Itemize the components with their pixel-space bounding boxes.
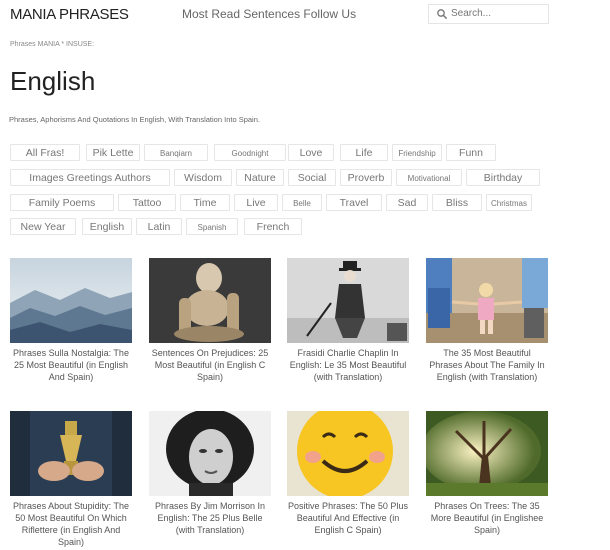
tag-funn[interactable]: Funn — [446, 144, 496, 161]
article-card[interactable]: Phrases Sulla Nostalgia: The 25 Most Bea… — [10, 258, 132, 383]
article-title[interactable]: Sentences On Prejudices: 25 Most Beautif… — [149, 347, 271, 383]
article-card[interactable]: Phrases On Trees: The 35 More Beautiful … — [426, 411, 548, 536]
article-title[interactable]: Phrases By Jim Morrison In English: The … — [149, 500, 271, 536]
tag-travel[interactable]: Travel — [326, 194, 382, 211]
tag-christmas[interactable]: Christmas — [486, 194, 532, 211]
jim-morrison-image[interactable] — [149, 411, 271, 496]
tag-life[interactable]: Life — [340, 144, 388, 161]
article-title[interactable]: Phrases On Trees: The 35 More Beautiful … — [426, 500, 548, 536]
tag-birthday[interactable]: Birthday — [466, 169, 540, 186]
breadcrumb[interactable]: Phrases MANIA * INSUSE: — [10, 41, 94, 48]
tag-proverb[interactable]: Proverb — [340, 169, 392, 186]
tag-social[interactable]: Social — [288, 169, 336, 186]
charlie-chaplin-image[interactable] — [287, 258, 409, 343]
trophy-hands-image[interactable] — [10, 411, 132, 496]
family-walking-image[interactable] — [426, 258, 548, 343]
article-card[interactable]: Frasidi Charlie Chaplin In English: Le 3… — [287, 258, 409, 383]
tag-french[interactable]: French — [244, 218, 302, 235]
tag-love[interactable]: Love — [288, 144, 334, 161]
site-header: MANIA PHRASES Most Read Sentences Follow… — [0, 0, 610, 30]
tag-all[interactable]: All Fras! — [10, 144, 80, 161]
tag-motivational[interactable]: Motivational — [396, 169, 462, 186]
page-subtitle: Phrases, Aphorisms And Quotations In Eng… — [9, 115, 260, 124]
tag-pik-lette[interactable]: Pik Lette — [86, 144, 140, 161]
tag-goodnight[interactable]: Goodnight — [214, 144, 286, 161]
article-title[interactable]: Phrases Sulla Nostalgia: The 25 Most Bea… — [10, 347, 132, 383]
tag-banqiarn[interactable]: Banqiarn — [144, 144, 208, 161]
search-placeholder: Search... — [451, 8, 492, 19]
tag-wisdom[interactable]: Wisdom — [174, 169, 232, 186]
article-card[interactable]: Phrases By Jim Morrison In English: The … — [149, 411, 271, 536]
article-card[interactable]: Sentences On Prejudices: 25 Most Beautif… — [149, 258, 271, 383]
tag-live[interactable]: Live — [234, 194, 278, 211]
article-title[interactable]: The 35 Most Beautiful Phrases About The … — [426, 347, 548, 383]
nav-link-most-read[interactable]: Most Read Sentences Follow Us — [182, 7, 356, 21]
search-icon — [437, 9, 448, 20]
tag-images-greetings-authors[interactable]: Images Greetings Authors — [10, 169, 170, 186]
smiley-face-image[interactable] — [287, 411, 409, 496]
site-logo[interactable]: MANIA PHRASES — [10, 6, 129, 23]
tag-english[interactable]: English — [82, 218, 132, 235]
page-title: English — [10, 66, 96, 96]
tag-bliss[interactable]: Bliss — [432, 194, 482, 211]
tag-tattoo[interactable]: Tattoo — [118, 194, 176, 211]
search-input[interactable]: Search... — [428, 4, 549, 24]
wooden-mannequin-image[interactable] — [149, 258, 271, 343]
tag-family-poems[interactable]: Family Poems — [10, 194, 114, 211]
misty-mountains-image[interactable] — [10, 258, 132, 343]
tag-sad[interactable]: Sad — [386, 194, 428, 211]
article-title[interactable]: Positive Phrases: The 50 Plus Beautiful … — [287, 500, 409, 536]
article-title[interactable]: Frasidi Charlie Chaplin In English: Le 3… — [287, 347, 409, 383]
tag-spanish[interactable]: Spanish — [186, 218, 238, 235]
tag-belle[interactable]: Belle — [282, 194, 322, 211]
article-card[interactable]: Phrases About Stupidity: The 50 Most Bea… — [10, 411, 132, 548]
article-card[interactable]: The 35 Most Beautiful Phrases About The … — [426, 258, 548, 383]
sunlit-tree-image[interactable] — [426, 411, 548, 496]
tag-latin[interactable]: Latin — [136, 218, 182, 235]
article-title[interactable]: Phrases About Stupidity: The 50 Most Bea… — [10, 500, 132, 548]
tag-time[interactable]: Time — [180, 194, 230, 211]
tag-nature[interactable]: Nature — [236, 169, 284, 186]
article-card[interactable]: Positive Phrases: The 50 Plus Beautiful … — [287, 411, 409, 536]
tag-friendship[interactable]: Friendship — [392, 144, 442, 161]
tag-new-year[interactable]: New Year — [10, 218, 76, 235]
